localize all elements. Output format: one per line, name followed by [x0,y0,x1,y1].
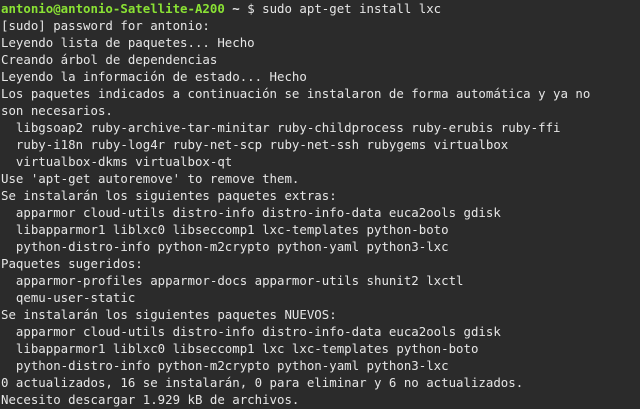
output-line: Leyendo lista de paquetes... Hecho [1,35,255,50]
output-line: ruby-i18n ruby-log4r ruby-net-scp ruby-n… [1,137,509,152]
output-line: Necesito descargar 1.929 kB de archivos. [1,392,300,407]
output-line: Se instalarán los siguientes paquetes ex… [1,188,337,203]
output-line: Leyendo la información de estado... Hech… [1,69,307,84]
output-line: Creando árbol de dependencias [1,52,218,67]
terminal-output: [sudo] password for antonio: Leyendo list… [1,17,640,408]
output-line: 0 actualizados, 16 se instalarán, 0 para… [1,375,524,390]
prompt-line: antonio@antonio-Satellite-A200 ~ $ sudo … [1,0,640,17]
output-line: python-distro-info python-m2crypto pytho… [1,239,449,254]
terminal-window[interactable]: antonio@antonio-Satellite-A200 ~ $ sudo … [0,0,640,409]
output-line: apparmor cloud-utils distro-info distro-… [1,324,501,339]
output-line: python-distro-info python-m2crypto pytho… [1,358,449,373]
output-line: Se instalarán los siguientes paquetes NU… [1,307,337,322]
prompt-command: sudo apt-get install lxc [262,1,442,16]
output-line: libapparmor1 liblxc0 libseccomp1 lxc-tem… [1,222,449,237]
output-line: apparmor-profiles apparmor-docs apparmor… [1,273,464,288]
output-line: virtualbox-dkms virtualbox-qt [1,154,233,169]
output-line: Paquetes sugeridos: [1,256,143,271]
output-line: libgsoap2 ruby-archive-tar-minitar ruby-… [1,120,561,135]
output-line: son necesarios. [1,103,113,118]
output-line: Los paquetes indicados a continuación se… [1,86,591,101]
prompt-path: ~ [224,1,248,16]
output-line: libapparmor1 liblxc0 libseccomp1 lxc lxc… [1,341,479,356]
output-line: qemu-user-static [1,290,136,305]
prompt-symbol: $ [247,1,263,16]
output-line: Use 'apt-get autoremove' to remove them. [1,171,300,186]
output-line: apparmor cloud-utils distro-info distro-… [1,205,501,220]
output-line: [sudo] password for antonio: [1,18,210,33]
prompt-user-host: antonio@antonio-Satellite-A200 [1,1,225,16]
